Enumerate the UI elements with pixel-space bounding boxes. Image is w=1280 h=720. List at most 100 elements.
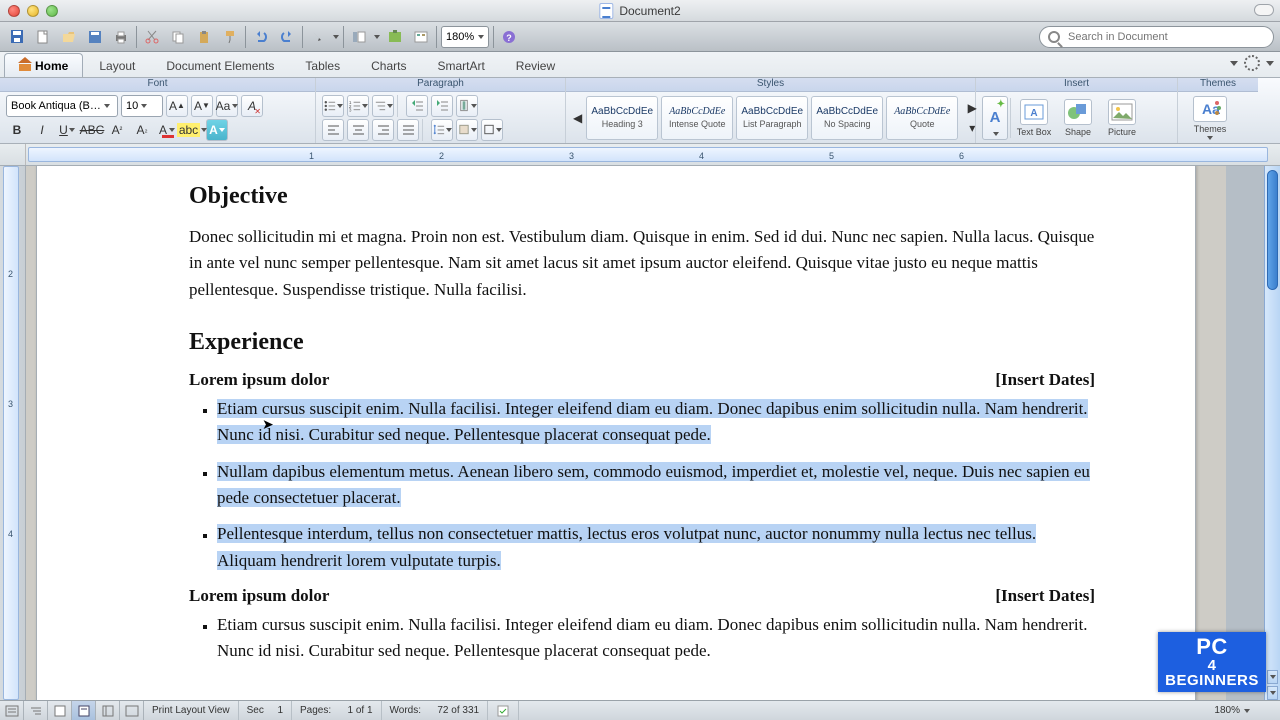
open-icon[interactable] [58, 26, 80, 48]
increase-indent-button[interactable] [431, 95, 453, 117]
select-dropdown-icon[interactable] [307, 26, 329, 48]
heading-objective: Objective [189, 183, 1095, 210]
clear-formatting-button[interactable]: A✕ [241, 95, 263, 117]
dropdown-arrow-icon[interactable] [1266, 61, 1274, 66]
styles-prev-icon[interactable]: ◀ [572, 107, 583, 129]
help-icon[interactable]: ? [498, 26, 520, 48]
undo-icon[interactable] [250, 26, 272, 48]
copy-icon[interactable] [167, 26, 189, 48]
page-down-icon[interactable] [1267, 686, 1278, 700]
group-title: Styles [566, 78, 975, 92]
style-cell[interactable]: AaBbCcDdEeIntense Quote [661, 96, 733, 140]
vertical-scrollbar[interactable] [1264, 166, 1280, 700]
gallery-icon[interactable] [410, 26, 432, 48]
settings-icon[interactable] [1244, 55, 1260, 71]
fullscreen-view-button[interactable] [120, 701, 144, 720]
align-right-button[interactable] [372, 119, 394, 141]
notebook-view-button[interactable] [96, 701, 120, 720]
search-field[interactable] [1039, 26, 1274, 48]
close-window-button[interactable] [8, 5, 20, 17]
tab-document-elements[interactable]: Document Elements [151, 53, 289, 77]
zoom-select[interactable]: 180% [441, 26, 489, 48]
change-case-button[interactable]: Aa [216, 95, 238, 117]
sidebar-icon[interactable] [348, 26, 370, 48]
textbox-button[interactable]: AText Box [1013, 99, 1055, 137]
style-cell[interactable]: AaBbCcDdEeList Paragraph [736, 96, 808, 140]
group-title: Font [0, 78, 315, 92]
zoom-window-button[interactable] [46, 5, 58, 17]
justify-button[interactable] [397, 119, 419, 141]
tab-review[interactable]: Review [501, 53, 570, 77]
superscript-button[interactable]: A² [106, 119, 128, 141]
horizontal-ruler[interactable]: 1 2 3 4 5 6 [0, 144, 1280, 166]
draft-view-button[interactable] [0, 701, 24, 720]
italic-button[interactable]: I [31, 119, 53, 141]
minimize-window-button[interactable] [27, 5, 39, 17]
print-layout-view-button[interactable] [72, 701, 96, 720]
ribbon-group-font: Font Book Antiqua (B… 10 A▲ A▼ Aa A✕ B I… [0, 78, 316, 143]
cut-icon[interactable] [141, 26, 163, 48]
bullets-button[interactable] [322, 95, 344, 117]
shrink-font-button[interactable]: A▼ [191, 95, 213, 117]
borders-button[interactable] [481, 119, 503, 141]
themes-button[interactable]: AaThemes [1184, 96, 1236, 140]
scrollbar-thumb[interactable] [1267, 170, 1278, 290]
underline-button[interactable]: U [56, 119, 78, 141]
bold-button[interactable]: B [6, 119, 28, 141]
subscript-button[interactable]: A₂ [131, 119, 153, 141]
style-cell[interactable]: AaBbCcDdEeNo Spacing [811, 96, 883, 140]
document-content[interactable]: Objective Donec sollicitudin mi et magna… [189, 183, 1095, 665]
shape-button[interactable]: Shape [1057, 99, 1099, 137]
decrease-indent-button[interactable] [406, 95, 428, 117]
style-cell[interactable]: AaBbCcDdEeQuote [886, 96, 958, 140]
section-indicator[interactable]: Sec 1 [239, 701, 292, 720]
search-input[interactable] [1066, 30, 1265, 44]
toolbox-icon[interactable] [384, 26, 406, 48]
pages-indicator[interactable]: Pages: 1 of 1 [292, 701, 382, 720]
document-viewport[interactable]: Objective Donec sollicitudin mi et magna… [26, 166, 1264, 700]
toolbar-toggle-button[interactable] [1254, 4, 1274, 16]
outline-view-button[interactable] [24, 701, 48, 720]
vertical-ruler[interactable]: 2 3 4 [0, 166, 26, 700]
shading-button[interactable] [456, 119, 478, 141]
font-color-button[interactable]: A [156, 119, 178, 141]
job-title: Lorem ipsum dolor [189, 586, 329, 606]
style-cell[interactable]: AaBbCcDdEeHeading 3 [586, 96, 658, 140]
collapse-ribbon-icon[interactable] [1230, 61, 1238, 66]
job-header: Lorem ipsum dolor [Insert Dates] [189, 370, 1095, 390]
format-painter-icon[interactable] [219, 26, 241, 48]
tab-layout[interactable]: Layout [84, 53, 150, 77]
paste-icon[interactable] [193, 26, 215, 48]
font-size-select[interactable]: 10 [121, 95, 163, 117]
picture-button[interactable]: Picture [1101, 99, 1143, 137]
align-center-button[interactable] [347, 119, 369, 141]
tab-home[interactable]: Home [4, 53, 83, 77]
tab-charts[interactable]: Charts [356, 53, 421, 77]
text-effects-button[interactable]: A [206, 119, 228, 141]
tab-smartart[interactable]: SmartArt [422, 53, 499, 77]
strikethrough-button[interactable]: ABC [81, 119, 103, 141]
print-icon[interactable] [110, 26, 132, 48]
publishing-view-button[interactable] [48, 701, 72, 720]
font-name-select[interactable]: Book Antiqua (B… [6, 95, 118, 117]
grow-font-button[interactable]: A▲ [166, 95, 188, 117]
text-direction-button[interactable] [456, 95, 478, 117]
highlight-button[interactable]: abc [181, 119, 203, 141]
scroll-down-icon[interactable] [1267, 670, 1278, 684]
zoom-indicator[interactable]: 180% [1206, 705, 1280, 716]
multilevel-list-button[interactable] [372, 95, 394, 117]
insert-quick-button[interactable]: A✦ [982, 96, 1008, 140]
tab-tables[interactable]: Tables [290, 53, 355, 77]
dropdown-arrow-icon[interactable] [333, 35, 339, 39]
redo-icon[interactable] [276, 26, 298, 48]
spell-check-icon[interactable] [488, 701, 519, 720]
dropdown-arrow-icon[interactable] [374, 35, 380, 39]
new-icon[interactable] [32, 26, 54, 48]
align-left-button[interactable] [322, 119, 344, 141]
numbering-button[interactable]: 123 [347, 95, 369, 117]
line-spacing-button[interactable] [431, 119, 453, 141]
words-indicator[interactable]: Words: 72 of 331 [382, 701, 489, 720]
save-button[interactable] [84, 26, 106, 48]
save-icon[interactable] [6, 26, 28, 48]
watermark-logo: PC 4 BEGINNERS [1158, 632, 1266, 692]
